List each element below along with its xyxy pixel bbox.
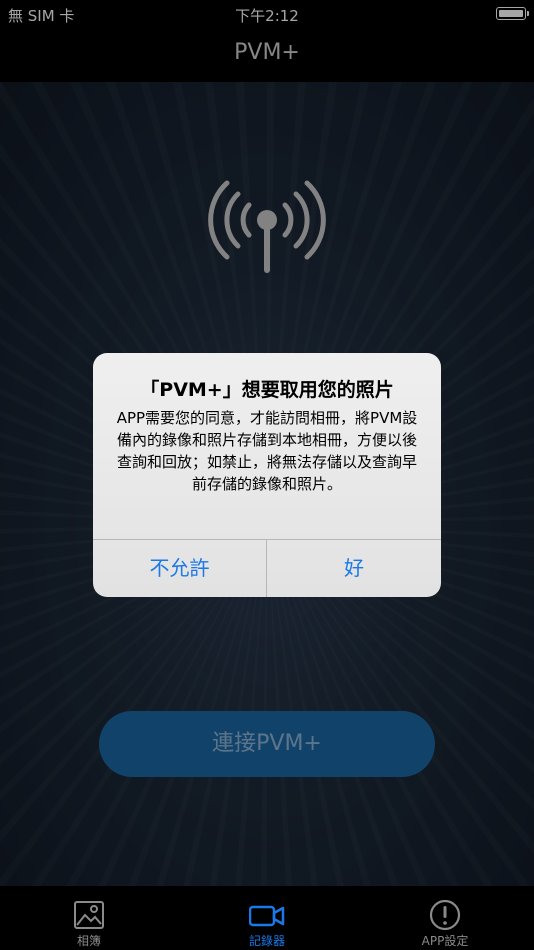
deny-button[interactable]: 不允許 bbox=[93, 540, 266, 597]
alert-title: 「PVM+」想要取用您的照片 bbox=[140, 379, 394, 401]
tab-app-settings-label: APP設定 bbox=[421, 934, 469, 948]
tab-recorder-label: 記錄器 bbox=[248, 934, 285, 948]
tab-app-settings[interactable]: APP設定 bbox=[356, 886, 534, 950]
photo-permission-alert: 「PVM+」想要取用您的照片 APP需要您的同意，才能訪問相冊，將PVM設備內的… bbox=[93, 353, 441, 597]
photo-album-icon bbox=[74, 901, 104, 929]
exclamation-circle-icon bbox=[429, 900, 461, 931]
video-camera-icon bbox=[249, 905, 285, 927]
ok-button[interactable]: 好 bbox=[267, 540, 441, 597]
tab-bar: 相簿 記錄器 APP設定 bbox=[0, 886, 534, 950]
alert-message: APP需要您的同意，才能訪問相冊，將PVM設備內的錄像和照片存儲到本地相冊，方便… bbox=[116, 409, 418, 493]
tab-album-label: 相簿 bbox=[76, 934, 101, 948]
tab-recorder[interactable]: 記錄器 bbox=[178, 886, 356, 950]
tab-album[interactable]: 相簿 bbox=[0, 886, 178, 950]
